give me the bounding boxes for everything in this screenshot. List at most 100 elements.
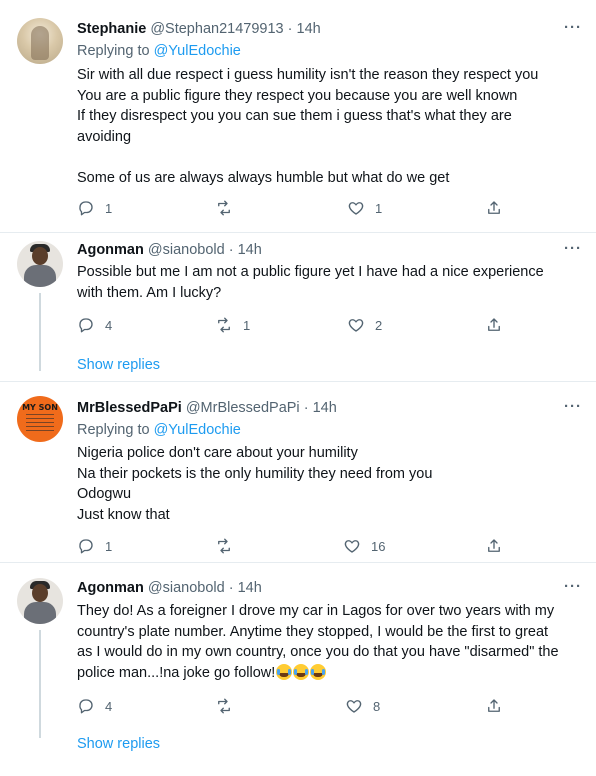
more-icon[interactable]: ··· xyxy=(564,240,582,257)
like-button[interactable]: 16 xyxy=(343,536,385,556)
share-button[interactable] xyxy=(485,315,503,335)
replying-prefix: Replying to xyxy=(77,422,154,438)
heart-icon xyxy=(344,540,360,553)
tweet-header: Stephanie @Stephan21479913 · 14h xyxy=(77,21,321,37)
text-line: Odogwu xyxy=(77,486,132,502)
text-line: country's plate number. Anytime they sto… xyxy=(77,623,549,640)
retweet-button[interactable] xyxy=(215,536,243,556)
text-line-content: police man...!na joke go follow! xyxy=(77,664,276,681)
tweet-actions: 1 16 xyxy=(77,536,517,556)
separator: · xyxy=(228,580,234,596)
reply-count: 1 xyxy=(105,538,113,554)
share-icon xyxy=(488,318,500,331)
tweet-header: Agonman @sianobold · 14h xyxy=(77,580,262,596)
share-button[interactable] xyxy=(485,536,503,556)
separator: · xyxy=(228,242,234,258)
reply-button[interactable]: 4 xyxy=(77,315,112,335)
text-line: You are a public figure they respect you… xyxy=(77,87,518,104)
show-replies-link[interactable]: Show replies xyxy=(77,736,160,752)
share-icon xyxy=(488,699,500,712)
like-count: 8 xyxy=(373,698,381,714)
share-button[interactable] xyxy=(485,198,503,218)
text-line xyxy=(77,147,577,168)
heart-icon xyxy=(348,319,364,332)
retweet-count: 1 xyxy=(243,317,251,333)
tweet-text: Sir with all due respect i guess humilit… xyxy=(77,65,577,188)
more-icon[interactable]: ··· xyxy=(564,578,582,595)
reply-button[interactable]: 4 xyxy=(77,696,112,716)
face-with-tears-of-joy-icon xyxy=(276,663,293,680)
avatar[interactable]: MY SON xyxy=(17,396,63,442)
share-icon xyxy=(488,539,500,552)
thread-line xyxy=(39,630,41,738)
like-button[interactable]: 1 xyxy=(347,198,382,218)
like-count: 16 xyxy=(371,538,386,554)
retweet-button[interactable]: 1 xyxy=(215,315,250,335)
retweet-button[interactable] xyxy=(215,198,243,218)
reply-count: 1 xyxy=(105,200,113,216)
author-handle[interactable]: @sianobold xyxy=(148,242,225,258)
avatar[interactable] xyxy=(17,241,63,287)
reply-button[interactable]: 1 xyxy=(77,198,112,218)
tweet-actions: 4 1 2 xyxy=(77,315,517,335)
reply-icon xyxy=(79,699,93,714)
like-button[interactable]: 2 xyxy=(347,315,382,335)
show-replies-link[interactable]: Show replies xyxy=(77,357,160,373)
reply-icon xyxy=(79,318,93,333)
avatar[interactable] xyxy=(17,578,63,624)
heart-icon xyxy=(348,202,364,215)
author-handle[interactable]: @MrBlessedPaPi xyxy=(186,400,300,416)
timestamp[interactable]: 14h xyxy=(238,242,262,258)
author-handle[interactable]: @Stephan21479913 xyxy=(150,21,283,37)
reply-button[interactable]: 1 xyxy=(77,536,112,556)
text-line: police man...!na joke go follow! xyxy=(77,663,577,684)
retweet-button[interactable] xyxy=(215,696,243,716)
tweet-stephanie[interactable]: Stephanie @Stephan21479913 · 14h ··· Rep… xyxy=(0,0,596,232)
face-with-tears-of-joy-icon xyxy=(293,663,310,680)
like-count: 1 xyxy=(375,200,383,216)
retweet-icon xyxy=(218,538,230,554)
author-name[interactable]: Agonman xyxy=(77,580,144,596)
like-button[interactable]: 8 xyxy=(345,696,380,716)
tweet-actions: 4 8 xyxy=(77,696,517,716)
text-line: Just know that xyxy=(77,506,170,523)
text-line: Na their pockets is the only humility th… xyxy=(77,465,433,482)
retweet-icon xyxy=(218,317,230,333)
text-line: Sir with all due respect i guess humilit… xyxy=(77,67,539,83)
reply-count: 4 xyxy=(105,317,113,333)
tweet-text: Nigeria police don't care about your hum… xyxy=(77,443,577,525)
avatar[interactable] xyxy=(17,18,63,64)
timestamp[interactable]: 14h xyxy=(238,580,262,596)
tweet-agonman[interactable]: Agonman @sianobold · 14h ··· Possible bu… xyxy=(0,233,596,381)
author-handle[interactable]: @sianobold xyxy=(148,580,225,596)
text-line: avoiding xyxy=(77,128,132,145)
text-line: Some of us are always always humble but … xyxy=(77,169,450,186)
tweet-mrblessedpapi[interactable]: MY SON MrBlessedPaPi @MrBlessedPaPi · 14… xyxy=(0,382,596,562)
replying-to: Replying to @YulEdochie xyxy=(77,43,241,59)
text-line: Nigeria police don't care about your hum… xyxy=(77,445,358,461)
text-line: Possible but me I am not a public figure… xyxy=(77,264,544,280)
face-with-tears-of-joy-icon xyxy=(310,663,327,680)
more-icon[interactable]: ··· xyxy=(564,19,582,36)
author-name[interactable]: MrBlessedPaPi xyxy=(77,400,182,416)
share-button[interactable] xyxy=(485,696,503,716)
mention-link[interactable]: @YulEdochie xyxy=(154,422,241,438)
thread-line xyxy=(39,293,41,371)
heart-icon xyxy=(346,700,362,713)
text-line: If they disrespect you you can sue them … xyxy=(77,108,512,124)
mention-link[interactable]: @YulEdochie xyxy=(154,43,241,59)
author-name[interactable]: Agonman xyxy=(77,242,144,258)
tweet-header: Agonman @sianobold · 14h xyxy=(77,242,262,258)
replying-prefix: Replying to xyxy=(77,43,154,59)
timestamp[interactable]: 14h xyxy=(313,400,337,416)
text-line: with them. Am I lucky? xyxy=(77,284,222,301)
timestamp[interactable]: 14h xyxy=(297,21,321,37)
tweet-text: Possible but me I am not a public figure… xyxy=(77,262,577,303)
reply-count: 4 xyxy=(105,698,113,714)
replying-to: Replying to @YulEdochie xyxy=(77,422,241,438)
more-icon[interactable]: ··· xyxy=(564,398,582,415)
tweet-agonman-2[interactable]: Agonman @sianobold · 14h ··· They do! As… xyxy=(0,563,596,776)
retweet-icon xyxy=(218,698,230,714)
tweet-header: MrBlessedPaPi @MrBlessedPaPi · 14h xyxy=(77,400,337,416)
author-name[interactable]: Stephanie xyxy=(77,21,146,37)
